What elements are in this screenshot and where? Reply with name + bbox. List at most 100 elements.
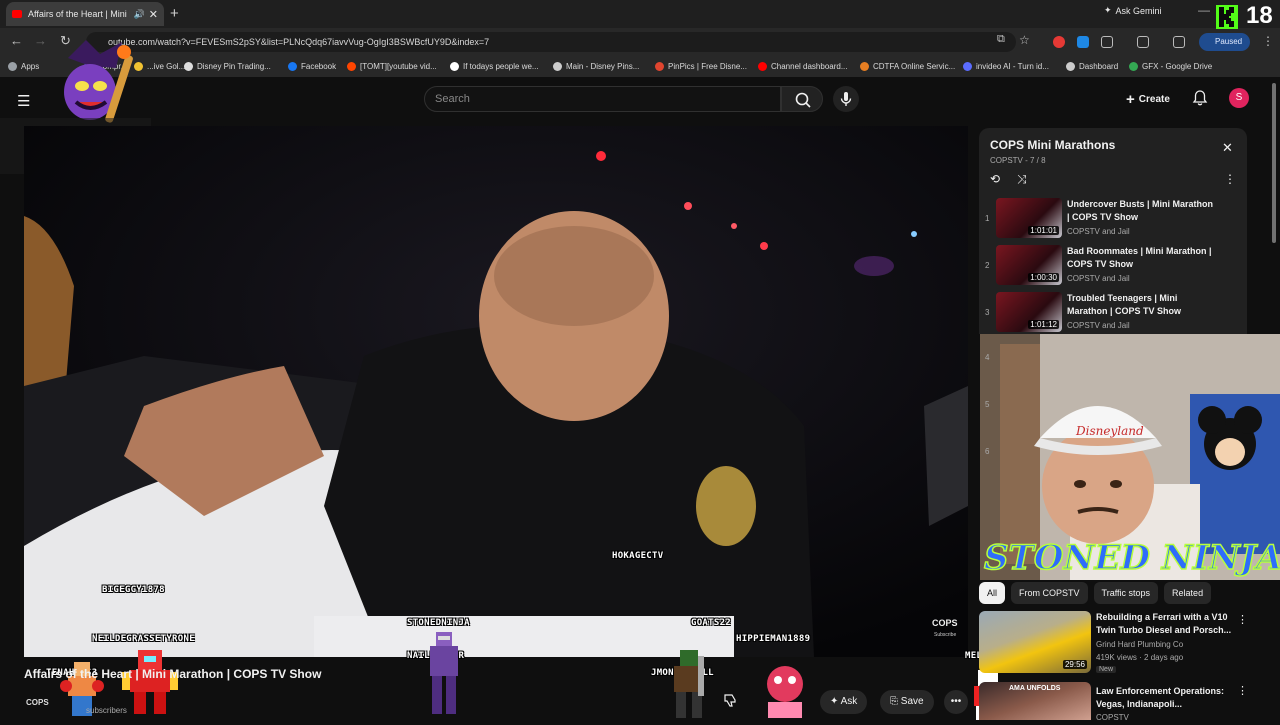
- chip-all[interactable]: All: [979, 582, 1006, 604]
- bookmark-star-icon[interactable]: ☆: [1019, 33, 1030, 47]
- playlist-menu-icon[interactable]: ⋮: [1224, 172, 1236, 186]
- search-button[interactable]: [781, 86, 823, 112]
- duration-badge: 1:01:12: [1028, 320, 1059, 329]
- loop-icon[interactable]: ⟲: [990, 172, 1000, 186]
- playlist-item-index: 3: [985, 308, 990, 317]
- chip-related[interactable]: Related: [1164, 582, 1212, 604]
- subscriber-count: subscribers: [86, 706, 127, 715]
- bookmark-item[interactable]: Main - Disney Pins...: [553, 62, 639, 71]
- recommendation-channel: COPSTV: [1096, 713, 1129, 722]
- playlist-item-index: 2: [985, 261, 990, 270]
- save-button[interactable]: ⎘ Save: [880, 690, 934, 714]
- playlist-item-channel: COPSTV and Jail: [1067, 274, 1130, 283]
- bookmark-item[interactable]: Disney Pin Trading...: [184, 62, 271, 71]
- minimize-icon[interactable]: —: [1198, 3, 1210, 17]
- bookmarks-bar: AppsCompr......ive Gol...Disney Pin Trad…: [0, 56, 1280, 77]
- bookmark-favicon-icon: [553, 62, 562, 71]
- playlist-item[interactable]: 3 1:01:12 Troubled Teenagers | Mini Mara…: [979, 292, 1247, 334]
- video-title: Affairs of the Heart | Mini Marathon | C…: [24, 667, 322, 681]
- chat-overlay-name: HIPPIEMAN1889: [736, 634, 811, 644]
- recommendation-filter-chips: All From COPSTV Traffic stops Related: [979, 582, 1212, 604]
- playlist-item-thumbnail: 1:01:01: [996, 198, 1062, 238]
- extension-blue-icon[interactable]: [1077, 36, 1089, 48]
- profile-paused-button[interactable]: Paused: [1199, 33, 1251, 51]
- bookmark-item[interactable]: Facebook: [288, 62, 336, 71]
- chip-traffic-stops[interactable]: Traffic stops: [1093, 582, 1159, 604]
- bookmark-item[interactable]: GFX - Google Drive: [1129, 62, 1212, 71]
- new-badge: New: [1096, 666, 1117, 673]
- bookmark-label: Dashboard: [1079, 62, 1119, 71]
- dislike-button[interactable]: [722, 692, 744, 712]
- recommendation-menu-icon[interactable]: ⋮: [1237, 613, 1248, 626]
- bookmark-item[interactable]: Dashboard: [1066, 62, 1118, 71]
- chat-overlay-name: HOKAGECTV: [612, 551, 664, 561]
- bookmark-item[interactable]: invideo AI - Turn id...: [963, 62, 1049, 71]
- forward-icon[interactable]: →: [34, 33, 47, 48]
- chip-from-channel[interactable]: From COPSTV: [1011, 582, 1088, 604]
- install-icon[interactable]: ⧉: [997, 33, 1005, 46]
- bookmark-favicon-icon: [758, 62, 767, 71]
- url-field[interactable]: outube.com/watch?v=FEVESmS2pSY&list=PLNc…: [86, 32, 1016, 52]
- bookmark-item[interactable]: [TOMT][youtube vid...: [347, 62, 437, 71]
- bookmark-label: PinPics | Free Disne...: [668, 62, 747, 71]
- account-avatar[interactable]: S: [1229, 88, 1249, 108]
- new-tab-button[interactable]: +: [170, 5, 179, 22]
- playlist-item-index: 6: [985, 447, 990, 456]
- shuffle-icon[interactable]: ⤨: [1017, 172, 1027, 187]
- recommendation-menu-icon[interactable]: ⋮: [1237, 684, 1248, 697]
- bookmark-favicon-icon: [347, 62, 356, 71]
- recommendation-item[interactable]: 29:56 Rebuilding a Ferrari with a V10 Tw…: [979, 611, 1248, 681]
- bookmark-favicon-icon: [963, 62, 972, 71]
- ask-gemini-button[interactable]: ✦ Ask Gemini: [1104, 5, 1162, 16]
- playlist-title[interactable]: COPS Mini Marathons: [990, 138, 1115, 152]
- bookmark-item[interactable]: PinPics | Free Disne...: [655, 62, 747, 71]
- bookmark-item[interactable]: If todays people we...: [450, 62, 539, 71]
- duration-badge: 1:00:30: [1028, 273, 1059, 282]
- playlist-item-index: 4: [985, 353, 990, 362]
- reading-list-icon[interactable]: [1173, 36, 1185, 48]
- hat-logo-text: Disneyland: [1076, 424, 1144, 438]
- notifications-button[interactable]: [1190, 88, 1210, 113]
- playlist-item-title: Bad Roommates | Mini Marathon | COPS TV …: [1067, 246, 1212, 269]
- bookmark-label: Main - Disney Pins...: [566, 62, 640, 71]
- pink-character-sprite-image: [760, 660, 810, 720]
- more-actions-button[interactable]: •••: [944, 690, 968, 714]
- bookmark-label: invideo AI - Turn id...: [976, 62, 1049, 71]
- extension-red-icon[interactable]: [1053, 36, 1065, 48]
- playlist-subtitle[interactable]: COPSTV - 7 / 8: [990, 156, 1046, 165]
- ask-label: Ask: [840, 696, 858, 707]
- bookmark-item[interactable]: CDTFA Online Servic...: [860, 62, 955, 71]
- playlist-item-channel: COPSTV and Jail: [1067, 227, 1130, 236]
- tab-title: Affairs of the Heart | Mini M: [28, 9, 130, 19]
- bookmark-label: ...ive Gol...: [147, 62, 186, 71]
- save-label: Save: [900, 696, 924, 707]
- bookmark-favicon-icon: [8, 62, 17, 71]
- bookmark-item[interactable]: Channel dashboard...: [758, 62, 848, 71]
- create-button[interactable]: + Create: [1120, 86, 1176, 112]
- video-player[interactable]: COPS Subscribe: [24, 126, 968, 657]
- close-tab-icon[interactable]: ✕: [149, 8, 158, 21]
- cast-icon[interactable]: [1137, 36, 1149, 48]
- search-input[interactable]: Search: [424, 86, 781, 112]
- warrior-sprite-image: [660, 646, 720, 720]
- playlist-item[interactable]: 2 1:00:30 Bad Roommates | Mini Marathon …: [979, 245, 1247, 291]
- recommendation-meta: 419K views · 2 days ago: [1096, 653, 1184, 662]
- page-scrollbar[interactable]: [1272, 83, 1276, 243]
- extensions-puzzle-icon[interactable]: [1101, 36, 1113, 48]
- hamburger-menu-icon[interactable]: ☰: [17, 92, 30, 110]
- ask-button[interactable]: ✦ Ask: [820, 690, 868, 714]
- chat-overlay-name: STONEDNINJA: [407, 618, 470, 628]
- channel-logo[interactable]: COPS: [26, 698, 49, 707]
- back-icon[interactable]: ←: [10, 33, 23, 48]
- recommendation-item[interactable]: AMA UNFOLDS Law Enforcement Operations: …: [979, 682, 1248, 722]
- voice-search-button[interactable]: [833, 86, 859, 112]
- browser-tab[interactable]: Affairs of the Heart | Mini M 🔊 ✕: [6, 2, 164, 26]
- browser-menu-icon[interactable]: ⋮: [1262, 34, 1274, 48]
- ask-gemini-label: Ask Gemini: [1115, 5, 1162, 16]
- bookmark-label: GFX - Google Drive: [1142, 62, 1213, 71]
- close-playlist-icon[interactable]: ✕: [1222, 140, 1233, 156]
- speaker-icon[interactable]: 🔊: [134, 9, 145, 20]
- playlist-item[interactable]: 1 1:01:01 Undercover Busts | Mini Marath…: [979, 198, 1247, 244]
- bookmark-item[interactable]: Apps: [8, 62, 39, 71]
- address-toolbar: ← → ↻ outube.com/watch?v=FEVESmS2pSY&lis…: [0, 28, 1280, 56]
